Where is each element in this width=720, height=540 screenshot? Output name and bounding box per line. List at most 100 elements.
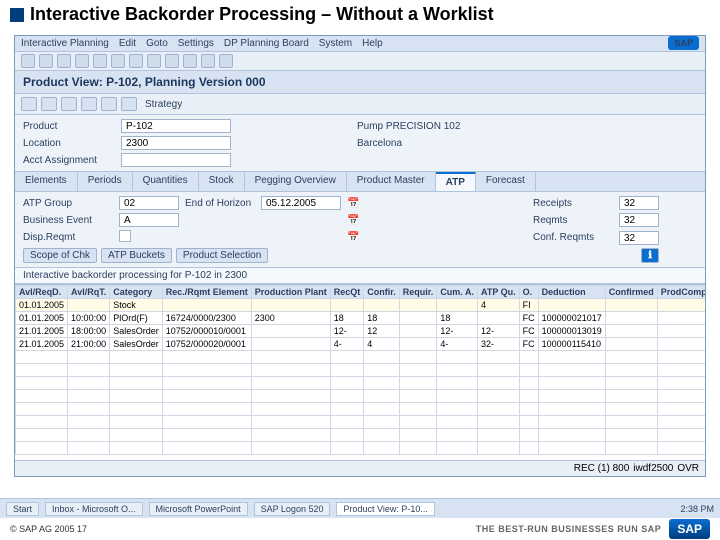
product-input[interactable]: P-102 [121, 119, 231, 133]
menu-item[interactable]: Help [362, 38, 383, 49]
table-cell[interactable]: 10:00:00 [68, 312, 110, 325]
next-page-icon[interactable] [183, 54, 197, 68]
table-row[interactable]: 01.01.2005Stock4FI [16, 299, 706, 312]
table-cell[interactable]: 32- [477, 338, 519, 351]
table-cell[interactable]: SalesOrder [110, 325, 163, 338]
table-cell[interactable] [251, 299, 330, 312]
table-cell[interactable]: 100000021017 [538, 312, 605, 325]
table-cell[interactable] [605, 338, 657, 351]
info-icon[interactable]: ℹ [641, 248, 659, 263]
bevent-input[interactable]: A [119, 213, 179, 227]
table-cell[interactable]: 18 [437, 312, 478, 325]
table-cell[interactable] [251, 325, 330, 338]
strategy-label[interactable]: Strategy [145, 99, 182, 110]
enter-icon[interactable] [21, 54, 35, 68]
table-cell[interactable] [605, 299, 657, 312]
table-cell[interactable]: 10752/000010/0001 [162, 325, 251, 338]
table-cell[interactable]: 18 [364, 312, 400, 325]
table-cell[interactable]: 4 [364, 338, 400, 351]
col-header[interactable]: RecQt [330, 286, 364, 299]
table-cell[interactable] [657, 299, 705, 312]
more-icon[interactable] [101, 97, 117, 111]
col-header[interactable]: Rec./Rqmt Element [162, 286, 251, 299]
table-row[interactable]: 21.01.200521:00:00SalesOrder10752/000020… [16, 338, 706, 351]
tab-periods[interactable]: Periods [78, 172, 133, 191]
variant-icon[interactable] [41, 97, 57, 111]
table-row[interactable]: 01.01.200510:00:00PlOrd(F)16724/0000/230… [16, 312, 706, 325]
save-icon[interactable] [39, 54, 53, 68]
table-cell[interactable]: 01.01.2005 [16, 312, 68, 325]
col-header[interactable]: ProdCompDate [657, 286, 705, 299]
table-cell[interactable] [605, 312, 657, 325]
table-cell[interactable] [399, 338, 437, 351]
exit-icon[interactable] [75, 54, 89, 68]
table-cell[interactable] [657, 338, 705, 351]
table-cell[interactable] [68, 299, 110, 312]
table-cell[interactable] [399, 312, 437, 325]
user-settings-icon[interactable] [61, 97, 77, 111]
help-icon[interactable] [219, 54, 233, 68]
menu-item[interactable]: Goto [146, 38, 168, 49]
menu-item[interactable]: Interactive Planning [21, 38, 109, 49]
table-cell[interactable] [399, 325, 437, 338]
table-cell[interactable]: 01.01.2005 [16, 299, 68, 312]
menu-item[interactable]: Settings [178, 38, 214, 49]
table-cell[interactable]: PlOrd(F) [110, 312, 163, 325]
menu-item[interactable]: System [319, 38, 352, 49]
graphic-icon[interactable] [121, 97, 137, 111]
tab-elements[interactable]: Elements [15, 172, 78, 191]
start-button[interactable]: Start [6, 502, 39, 516]
table-cell[interactable]: FI [519, 299, 538, 312]
table-cell[interactable]: FC [519, 338, 538, 351]
col-header[interactable]: O. [519, 286, 538, 299]
table-cell[interactable] [399, 299, 437, 312]
tab-pegging[interactable]: Pegging Overview [245, 172, 347, 191]
table-cell[interactable]: 21:00:00 [68, 338, 110, 351]
table-cell[interactable]: 12- [330, 325, 364, 338]
scope-of-check-button[interactable]: Scope of Chk [23, 248, 97, 263]
table-cell[interactable]: 10752/000020/0001 [162, 338, 251, 351]
table-cell[interactable]: 4- [330, 338, 364, 351]
menu-item[interactable]: Edit [119, 38, 136, 49]
propagate-icon[interactable] [81, 97, 97, 111]
find-icon[interactable] [129, 54, 143, 68]
table-cell[interactable]: 21.01.2005 [16, 325, 68, 338]
table-cell[interactable]: FC [519, 312, 538, 325]
taskbar-item[interactable]: Microsoft PowerPoint [149, 502, 248, 516]
table-cell[interactable] [657, 325, 705, 338]
table-cell[interactable]: 100000115410 [538, 338, 605, 351]
col-header[interactable]: AvI/ReqD. [16, 286, 68, 299]
tab-stock[interactable]: Stock [199, 172, 245, 191]
menu-item[interactable]: DP Planning Board [224, 38, 309, 49]
cancel-icon[interactable] [93, 54, 107, 68]
table-cell[interactable]: 2300 [251, 312, 330, 325]
back-icon[interactable] [57, 54, 71, 68]
tab-quantities[interactable]: Quantities [133, 172, 199, 191]
product-selection-button[interactable]: Product Selection [176, 248, 268, 263]
table-cell[interactable]: 12- [477, 325, 519, 338]
first-page-icon[interactable] [147, 54, 161, 68]
taskbar-item[interactable]: SAP Logon 520 [254, 502, 331, 516]
table-cell[interactable] [251, 338, 330, 351]
table-cell[interactable]: 100000013019 [538, 325, 605, 338]
table-cell[interactable] [605, 325, 657, 338]
atp-group-input[interactable]: 02 [119, 196, 179, 210]
prev-page-icon[interactable] [165, 54, 179, 68]
table-cell[interactable] [330, 299, 364, 312]
table-cell[interactable]: 12 [364, 325, 400, 338]
col-header[interactable]: Production Plant [251, 286, 330, 299]
taskbar-item-active[interactable]: Product View: P-10... [336, 502, 434, 516]
tab-atp[interactable]: ATP [436, 172, 476, 191]
acct-input[interactable] [121, 153, 231, 167]
col-header[interactable]: Category [110, 286, 163, 299]
cum-checkbox[interactable] [119, 230, 131, 242]
col-header[interactable]: Requir. [399, 286, 437, 299]
table-cell[interactable]: Stock [110, 299, 163, 312]
tab-forecast[interactable]: Forecast [476, 172, 536, 191]
col-header[interactable]: ATP Qu. [477, 286, 519, 299]
table-cell[interactable] [162, 299, 251, 312]
atp-buckets-button[interactable]: ATP Buckets [101, 248, 172, 263]
table-cell[interactable] [657, 312, 705, 325]
col-header[interactable]: Confir. [364, 286, 400, 299]
print-icon[interactable] [111, 54, 125, 68]
